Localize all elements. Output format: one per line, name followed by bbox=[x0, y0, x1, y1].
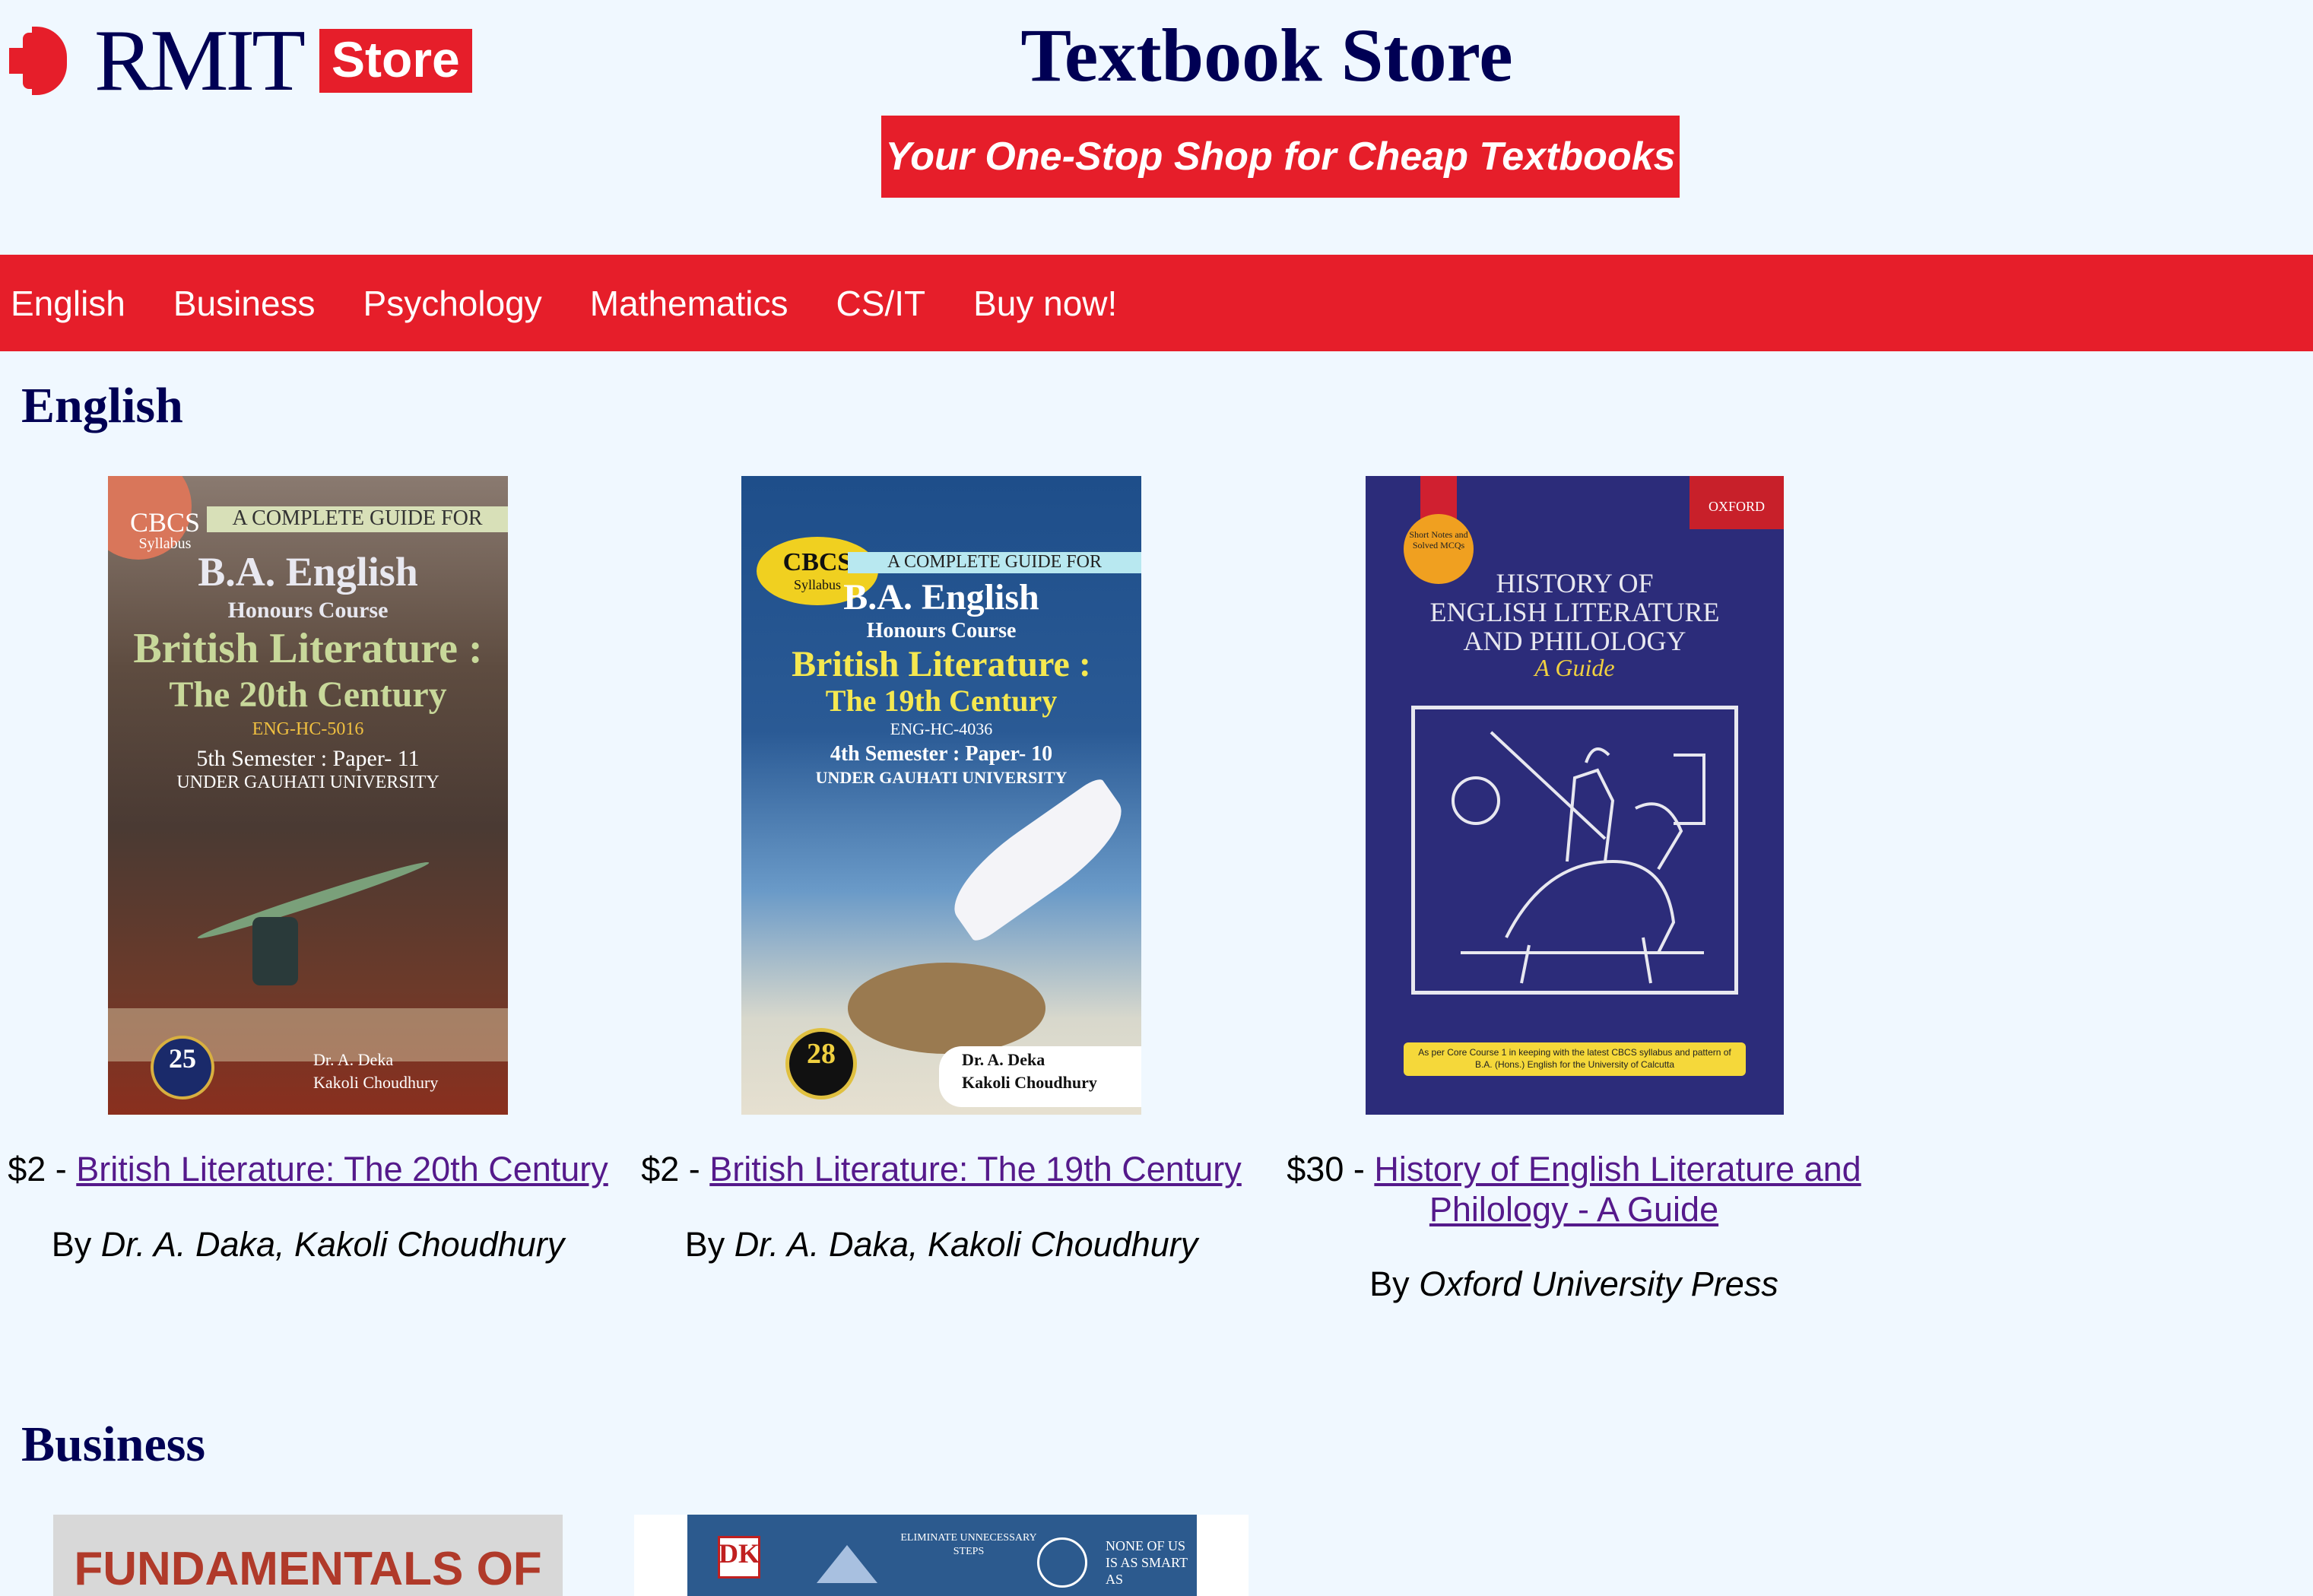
price-separator: - bbox=[46, 1150, 77, 1188]
book-title-link-line2[interactable]: Philology - A Guide bbox=[1429, 1190, 1718, 1229]
nav-link-buy-now[interactable]: Buy now! bbox=[973, 283, 1117, 324]
book-cover-image[interactable]: CBCS Syllabus A COMPLETE GUIDE FOR B.A. … bbox=[108, 476, 508, 1115]
cover-kicker: A COMPLETE GUIDE FOR bbox=[887, 552, 1102, 572]
feather-quill-icon bbox=[848, 775, 1139, 1054]
cover-university: UNDER GAUHATI UNIVERSITY bbox=[815, 768, 1068, 787]
price-separator: - bbox=[1344, 1150, 1375, 1188]
cover-author2: Kakoli Choudhury bbox=[962, 1073, 1097, 1092]
book-author: Dr. A. Daka, Kakoli Choudhury bbox=[734, 1225, 1198, 1264]
book-price: $30 bbox=[1287, 1150, 1344, 1188]
cover-line4: The 19th Century bbox=[825, 684, 1058, 718]
cover-line1: B.A. English bbox=[198, 549, 418, 595]
cover-badge: CBCS bbox=[129, 507, 201, 538]
cover-line4: The 20th Century bbox=[169, 674, 447, 715]
cover-author2: Kakoli Choudhury bbox=[313, 1073, 439, 1092]
book-price: $2 bbox=[641, 1150, 680, 1188]
cover-seal: 28 bbox=[807, 1038, 836, 1070]
cover-semester: 4th Semester : Paper- 10 bbox=[830, 742, 1053, 766]
dk-logo: DK bbox=[719, 1538, 760, 1569]
book-price-line: $30 - History of English Literature and P… bbox=[1262, 1149, 1886, 1230]
cover-line1: B.A. English bbox=[843, 577, 1039, 617]
cover-note: As per Core Course 1 in keeping with the… bbox=[1418, 1047, 1731, 1070]
book-author-line: By Dr. A. Daka, Kakoli Choudhury bbox=[0, 1224, 616, 1264]
book-title-link[interactable]: British Literature: The 19th Century bbox=[709, 1150, 1242, 1188]
book-cover-image[interactable]: OXFORD Short Notes and Solved MCQs HISTO… bbox=[1366, 476, 1784, 1115]
book-price: $2 bbox=[8, 1150, 46, 1188]
nav-link-english[interactable]: English bbox=[11, 283, 125, 324]
cover-semester: 5th Semester : Paper- 11 bbox=[196, 746, 420, 771]
cover-publisher: OXFORD bbox=[1708, 499, 1765, 514]
category-navbar: English Business Psychology Mathematics … bbox=[0, 255, 2313, 351]
page-title-text: Textbook Store bbox=[1020, 13, 1513, 97]
cover-code: ENG-HC-4036 bbox=[890, 719, 993, 738]
section-title-business: Business bbox=[21, 1417, 206, 1472]
cover-seal: 25 bbox=[169, 1043, 196, 1074]
book-author: Oxford University Press bbox=[1419, 1264, 1778, 1303]
book-cover-image[interactable]: CBCS Syllabus A COMPLETE GUIDE FOR B.A. … bbox=[741, 476, 1141, 1115]
price-separator: - bbox=[679, 1150, 710, 1188]
cover-author1: Dr. A. Deka bbox=[962, 1050, 1045, 1069]
knight-woodcut-illustration-icon bbox=[1411, 706, 1738, 995]
nav-link-mathematics[interactable]: Mathematics bbox=[590, 283, 788, 324]
cover-title1: HISTORY OF bbox=[1496, 568, 1654, 598]
book-price-line: $2 - British Literature: The 19th Centur… bbox=[633, 1149, 1249, 1189]
by-label: By bbox=[684, 1225, 735, 1264]
cover-line3: British Literature : bbox=[133, 625, 483, 672]
book-cover-image[interactable]: DK ELIMINATE UNNECESSARY STEPS NONE OF U… bbox=[634, 1515, 1249, 1596]
cover-title3: AND PHILOLOGY bbox=[1463, 626, 1686, 656]
book-cover-image[interactable]: FUNDAMENTALS OF bbox=[53, 1515, 563, 1596]
cover-author1: Dr. A. Deka bbox=[313, 1050, 394, 1069]
cover-line3: British Literature : bbox=[792, 644, 1091, 684]
page-title: Textbook Store bbox=[0, 6, 2313, 105]
cover-title4: A Guide bbox=[1534, 654, 1615, 681]
arrow-up-icon bbox=[817, 1545, 877, 1583]
nav-link-csit[interactable]: CS/IT bbox=[836, 283, 926, 324]
cover-title2: ENGLISH LITERATURE bbox=[1429, 597, 1720, 627]
cover-university: UNDER GAUHATI UNIVERSITY bbox=[176, 773, 439, 792]
cover-line2: Honours Course bbox=[227, 598, 389, 623]
cover-blurb-2: NONE OF US IS AS SMART AS bbox=[1106, 1538, 1188, 1587]
book-price-line: $2 - British Literature: The 20th Centur… bbox=[0, 1149, 616, 1189]
book-author-line: By Oxford University Press bbox=[1262, 1264, 1886, 1304]
quill-pen-icon bbox=[192, 803, 431, 1001]
book-title-link[interactable]: British Literature: The 20th Century bbox=[76, 1150, 608, 1188]
cover-code: ENG-HC-5016 bbox=[252, 719, 364, 739]
nav-link-psychology[interactable]: Psychology bbox=[363, 283, 542, 324]
cover-line2: Honours Course bbox=[866, 619, 1017, 643]
section-title-english: English bbox=[21, 378, 183, 433]
by-label: By bbox=[1369, 1264, 1420, 1303]
nav-link-business[interactable]: Business bbox=[173, 283, 316, 324]
by-label: By bbox=[51, 1225, 101, 1264]
cover-blurb-1: ELIMINATE UNNECESSARY STEPS bbox=[900, 1532, 1037, 1557]
lightbulb-icon bbox=[1037, 1537, 1087, 1588]
cover-text: FUNDAMENTALS OF bbox=[74, 1543, 542, 1595]
book-author: Dr. A. Daka, Kakoli Choudhury bbox=[100, 1225, 565, 1264]
tagline-banner: Your One-Stop Shop for Cheap Textbooks bbox=[881, 116, 1680, 198]
tagline-text: Your One-Stop Shop for Cheap Textbooks bbox=[881, 116, 1680, 198]
book-author-line: By Dr. A. Daka, Kakoli Choudhury bbox=[633, 1224, 1249, 1264]
book-title-link[interactable]: History of English Literature and bbox=[1374, 1150, 1861, 1188]
site-header: RMIT Store Textbook Store Your One-Stop … bbox=[0, 0, 2313, 255]
cover-kicker: A COMPLETE GUIDE FOR bbox=[232, 506, 483, 530]
cover-ribbon: Short Notes and Solved MCQs bbox=[1409, 529, 1468, 551]
